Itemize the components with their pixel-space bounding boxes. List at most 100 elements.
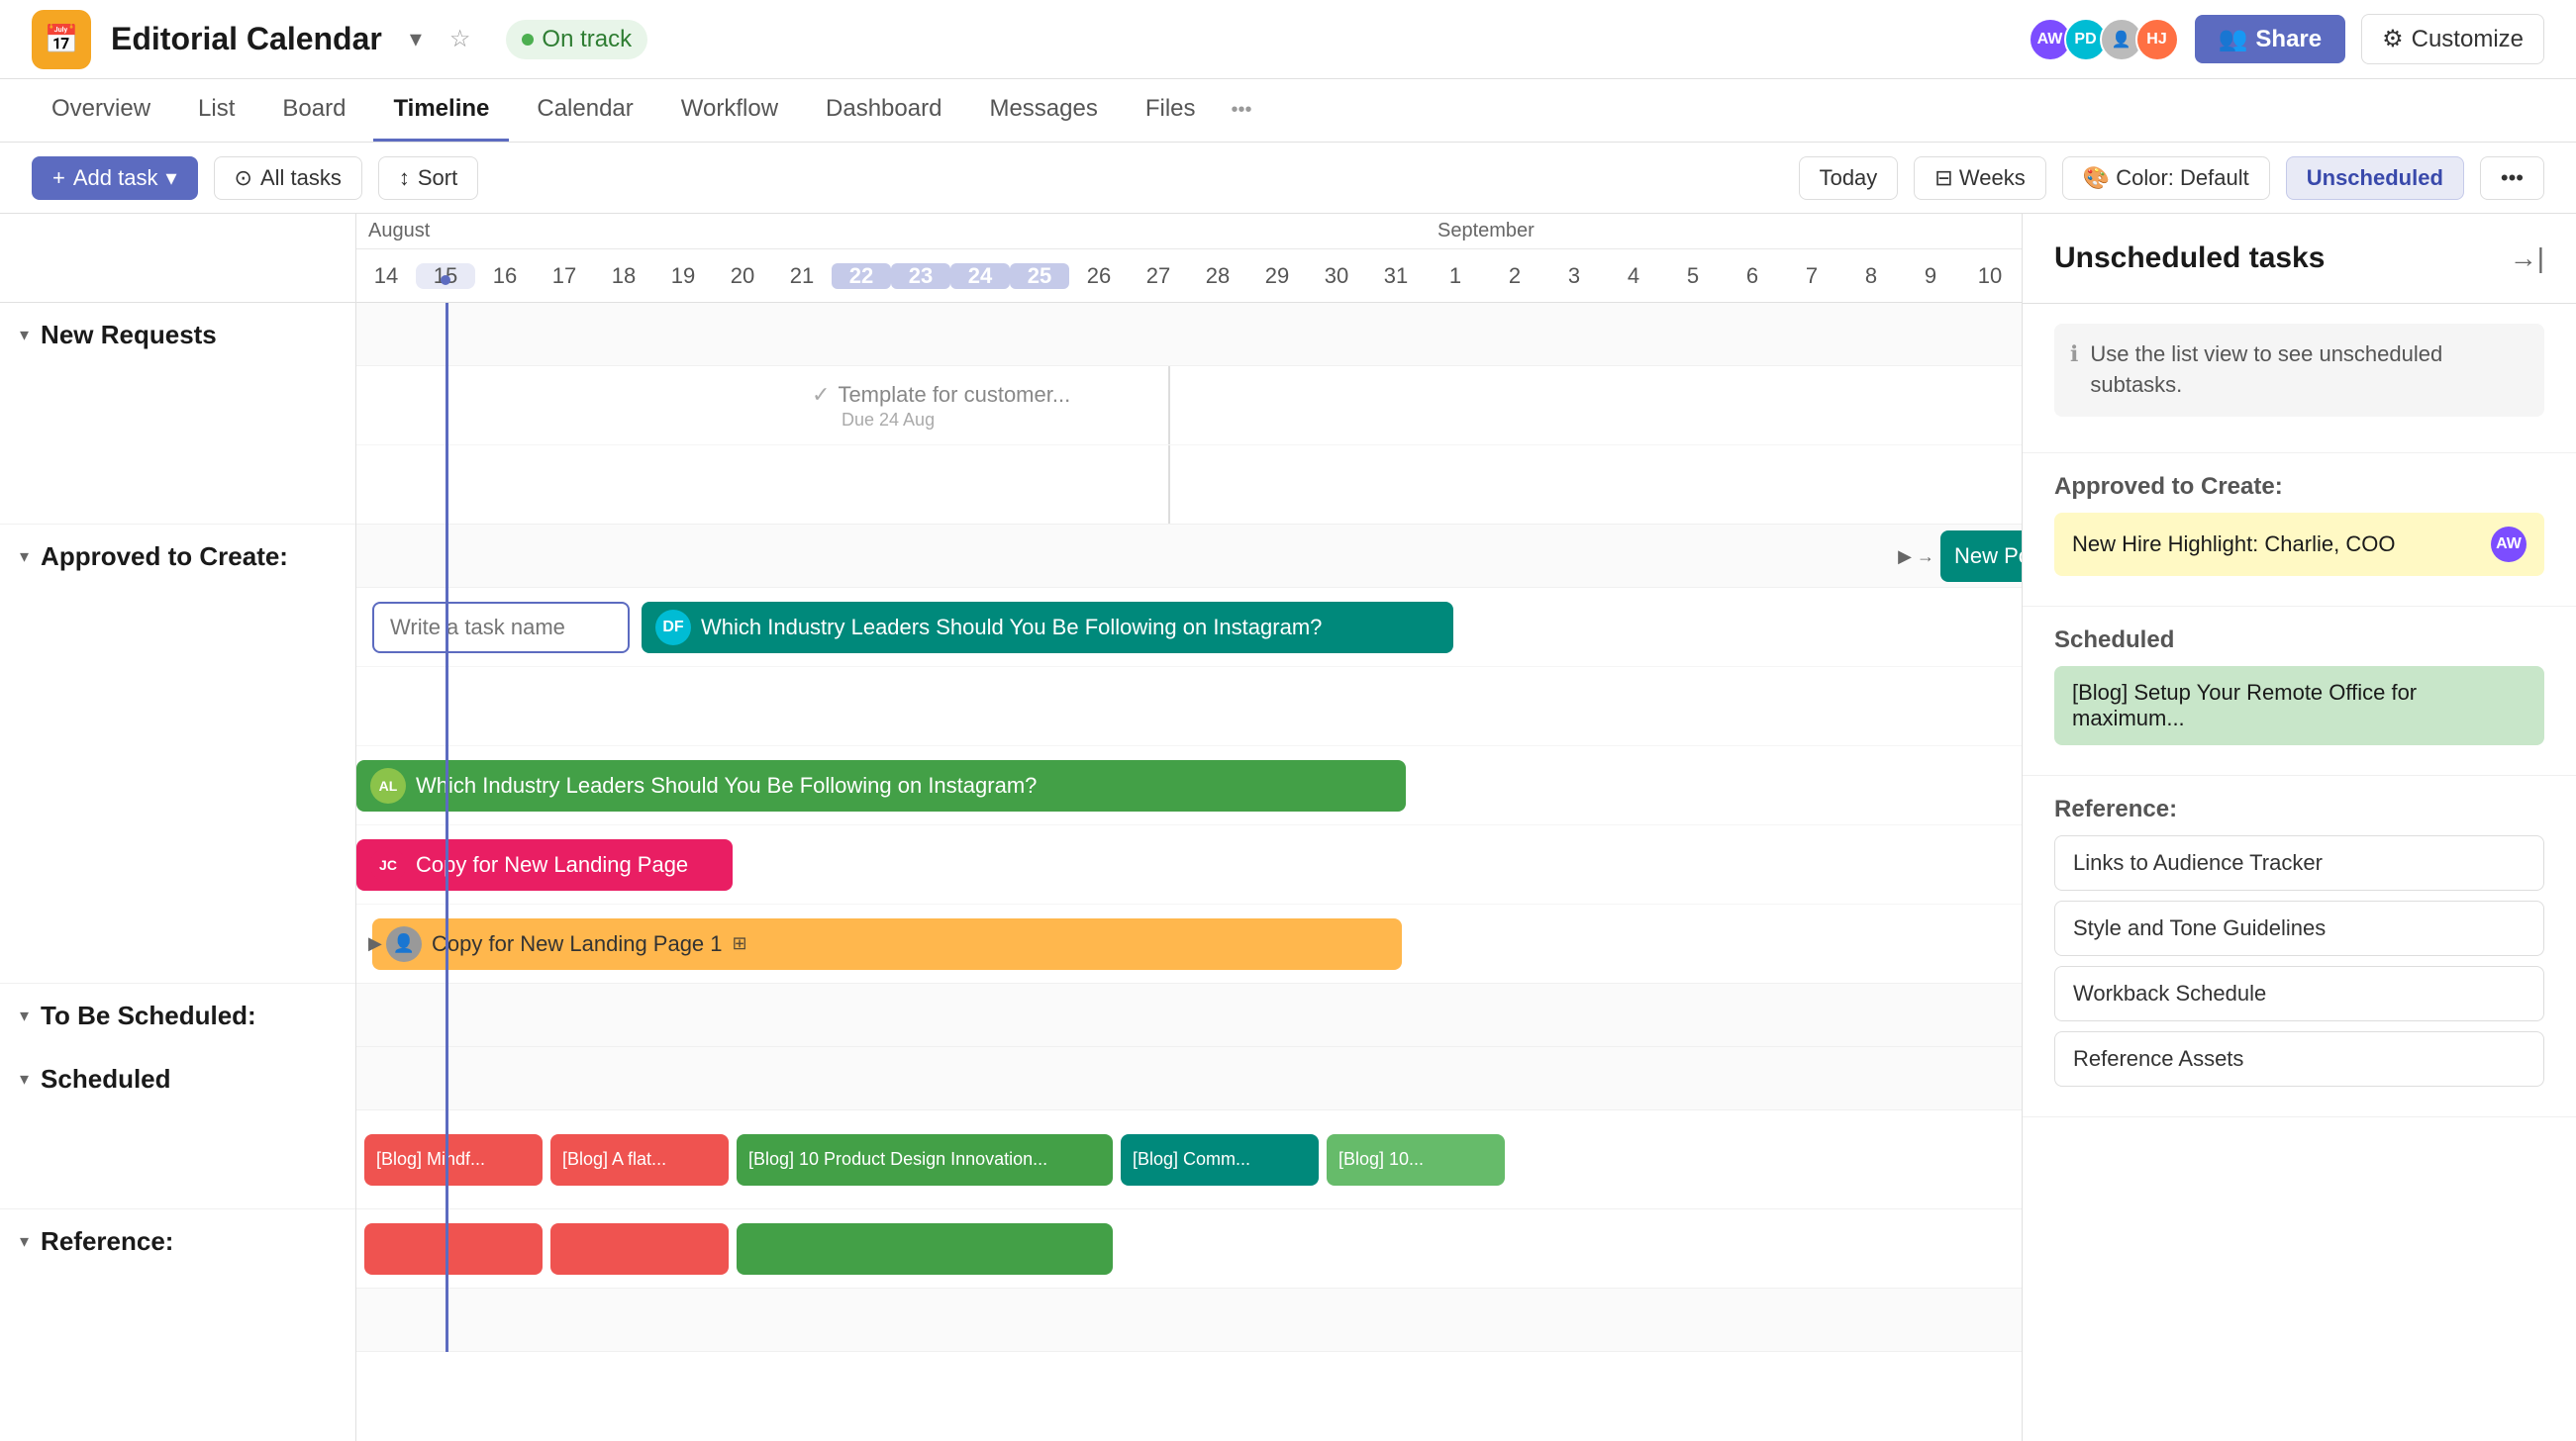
star-icon[interactable]: ☆ <box>449 25 471 53</box>
nav-more-icon[interactable]: ••• <box>1224 91 1260 130</box>
sched-block-4[interactable]: [Blog] Comm... <box>1121 1134 1319 1186</box>
app-icon-text: 📅 <box>45 23 79 55</box>
day-27: 27 <box>1129 263 1188 289</box>
today-button[interactable]: Today <box>1799 156 1899 200</box>
copy-landing-1-text: Copy for New Landing Page 1 <box>432 931 723 957</box>
more-options-button[interactable]: ••• <box>2480 156 2544 200</box>
reference-assets-button[interactable]: Reference Assets <box>2054 1031 2544 1087</box>
tab-workflow[interactable]: Workflow <box>661 79 798 142</box>
tab-files[interactable]: Files <box>1126 79 1216 142</box>
day-sep-1: 1 <box>1426 263 1485 289</box>
day-sep-5: 5 <box>1663 263 1723 289</box>
to-be-scheduled-label: To Be Scheduled: <box>41 1001 256 1031</box>
reference-label: Reference: <box>41 1226 173 1257</box>
tab-board[interactable]: Board <box>262 79 365 142</box>
day-25: 25 <box>1010 263 1069 289</box>
right-panel-header: Unscheduled tasks →| <box>2023 214 2576 304</box>
day-sep-2: 2 <box>1485 263 1544 289</box>
scheduled-tasks-row: [Blog] Mindf... [Blog] A flat... [Blog] … <box>356 1110 2022 1209</box>
tab-calendar[interactable]: Calendar <box>517 79 652 142</box>
task-row-industry2 <box>0 746 355 825</box>
customize-button[interactable]: ⚙ Customize <box>2361 14 2544 64</box>
tab-dashboard[interactable]: Dashboard <box>806 79 961 142</box>
sidebar-group-scheduled[interactable]: ▾ Scheduled <box>0 1047 355 1110</box>
status-dot <box>522 34 534 46</box>
copy-landing-1-bar[interactable]: 👤 Copy for New Landing Page 1 ⊞ <box>372 918 1402 970</box>
which-industry-text-2: Which Industry Leaders Should You Be Fol… <box>416 773 1037 799</box>
nav-tabs: Overview List Board Timeline Calendar Wo… <box>0 79 2576 143</box>
plus-icon: + <box>52 165 65 191</box>
new-podcast-bar[interactable]: New Podca... <box>1940 530 2022 582</box>
tab-messages[interactable]: Messages <box>969 79 1117 142</box>
sched-block-4-text: [Blog] Comm... <box>1133 1149 1250 1170</box>
which-industry-bar-2[interactable]: AL Which Industry Leaders Should You Be … <box>356 760 1406 812</box>
sidebar-group-approved[interactable]: ▾ Approved to Create: <box>0 525 355 588</box>
workback-schedule-button[interactable]: Workback Schedule <box>2054 966 2544 1021</box>
sched-block-1[interactable]: [Blog] Mindf... <box>364 1134 543 1186</box>
to-be-scheduled-space <box>356 984 2022 1047</box>
approved-label: Approved to Create: <box>41 541 288 572</box>
task-row-copy2 <box>0 905 355 984</box>
dropdown-icon: ▾ <box>165 165 176 191</box>
weeks-button[interactable]: ⊟ Weeks <box>1914 156 2045 200</box>
day-14: 14 <box>356 263 416 289</box>
sidebar-group-new-requests[interactable]: ▾ New Requests <box>0 303 355 366</box>
task-row-industry1 <box>0 667 355 746</box>
sort-button[interactable]: ↕ Sort <box>378 156 478 200</box>
subtask-icon: ⊞ <box>733 933 747 954</box>
which-industry-bar-1[interactable]: DF Which Industry Leaders Should You Be … <box>642 602 1453 653</box>
new-hire-card[interactable]: New Hire Highlight: Charlie, COO AW <box>2054 513 2544 576</box>
unscheduled-button[interactable]: Unscheduled <box>2286 156 2464 200</box>
sched-block-r2-2[interactable] <box>550 1223 729 1275</box>
timeline-inner: ✓ Template for customer... Due 24 Aug <box>356 303 2022 1352</box>
sidebar-group-to-be-scheduled[interactable]: ▾ To Be Scheduled: <box>0 984 355 1047</box>
title-chevron-icon[interactable]: ▾ <box>410 25 422 53</box>
sched-block-r2-1[interactable] <box>364 1223 543 1275</box>
main: August September 14 15 16 17 18 19 20 21… <box>0 214 2576 1441</box>
tab-list[interactable]: List <box>178 79 254 142</box>
style-tone-guidelines-button[interactable]: Style and Tone Guidelines <box>2054 901 2544 956</box>
new-requests-empty-rows <box>0 366 355 525</box>
template-task: ✓ Template for customer... Due 24 Aug <box>812 382 1070 431</box>
timeline-area: August September 14 15 16 17 18 19 20 21… <box>0 214 2022 1441</box>
scheduled-section: Scheduled [Blog] Setup Your Remote Offic… <box>2023 607 2576 776</box>
customize-label: Customize <box>2412 26 2524 53</box>
expand-arrow-copy[interactable]: ▶ <box>360 929 390 958</box>
header: 📅 Editorial Calendar ▾ ☆ On track AW PD … <box>0 0 2576 79</box>
tab-timeline[interactable]: Timeline <box>373 79 509 142</box>
day-28: 28 <box>1188 263 1247 289</box>
blog-setup-card[interactable]: [Blog] Setup Your Remote Office for maxi… <box>2054 666 2544 745</box>
all-tasks-button[interactable]: ⊙ All tasks <box>214 156 362 200</box>
status-badge[interactable]: On track <box>506 20 647 59</box>
approved-header-space: ▶ → New Podca... <box>356 525 2022 588</box>
right-panel-close-icon[interactable]: →| <box>2510 242 2544 274</box>
sched-block-5[interactable]: [Blog] 10... <box>1327 1134 1505 1186</box>
info-text: Use the list view to see unscheduled sub… <box>2090 339 2528 401</box>
task-name-input[interactable] <box>372 602 630 653</box>
status-text: On track <box>542 26 632 53</box>
day-17: 17 <box>535 263 594 289</box>
weeks-icon: ⊟ <box>1934 165 1952 190</box>
share-button[interactable]: 👥 Share <box>2195 15 2346 63</box>
sched-block-3[interactable]: [Blog] 10 Product Design Innovation... <box>737 1134 1113 1186</box>
copy-landing-1-row: ▶ 👤 Copy for New Landing Page 1 ⊞ <box>356 905 2022 984</box>
info-section: ℹ Use the list view to see unscheduled s… <box>2023 304 2576 453</box>
add-task-button[interactable]: + Add task ▾ <box>32 156 198 200</box>
toolbar-right: Today ⊟ Weeks 🎨 Color: Default Unschedul… <box>1799 156 2544 200</box>
sched-block-2[interactable]: [Blog] A flat... <box>550 1134 729 1186</box>
add-task-label: Add task <box>73 165 158 191</box>
copy-landing-bar[interactable]: JC Copy for New Landing Page <box>356 839 733 891</box>
links-audience-tracker-button[interactable]: Links to Audience Tracker <box>2054 835 2544 891</box>
approved-section: Approved to Create: New Hire Highlight: … <box>2023 453 2576 607</box>
expand-arrow-icon[interactable]: ▶ → <box>1898 546 1934 567</box>
day-23: 23 <box>891 263 950 289</box>
sort-icon: ↕ <box>399 165 410 191</box>
sidebar-group-reference[interactable]: ▾ Reference: <box>0 1209 355 1273</box>
avatar-hj[interactable]: HJ <box>2135 18 2179 61</box>
color-button[interactable]: 🎨 Color: Default <box>2062 156 2270 200</box>
right-panel-title: Unscheduled tasks <box>2054 241 2325 275</box>
sched-block-r2-3[interactable] <box>737 1223 1113 1275</box>
share-label: Share <box>2255 26 2322 53</box>
tab-overview[interactable]: Overview <box>32 79 170 142</box>
task-input-row: DF Which Industry Leaders Should You Be … <box>356 588 2022 667</box>
